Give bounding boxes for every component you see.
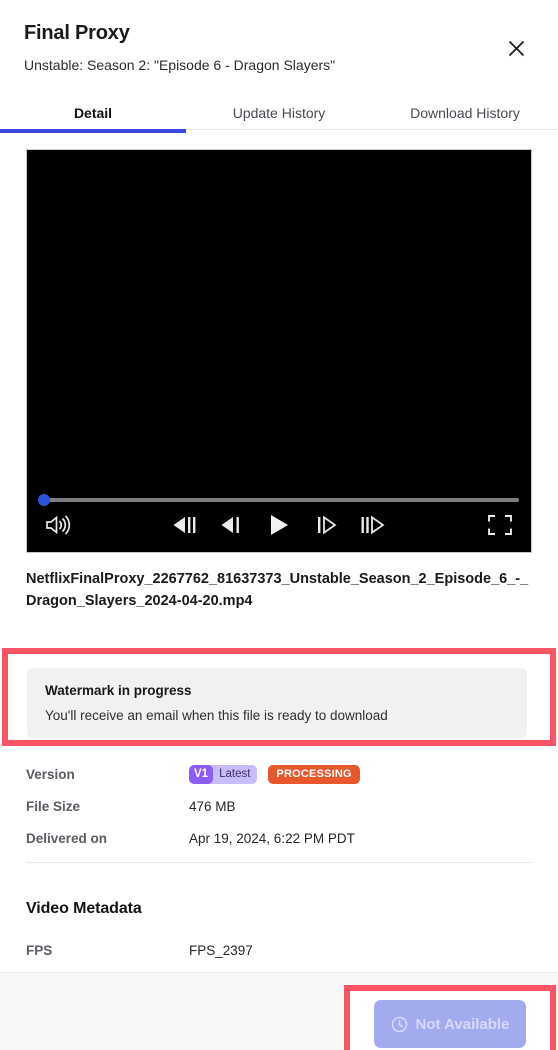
panel-footer: Not Available [0, 972, 558, 1050]
skip-back-multi-icon [170, 513, 200, 540]
annotation-box-download-button: Not Available [344, 985, 556, 1050]
page-title: Final Proxy [24, 22, 130, 44]
row-label: Version [26, 766, 75, 782]
row-label: Delivered on [26, 830, 108, 846]
download-button[interactable]: Not Available [374, 1000, 526, 1048]
annotation-box-watermark-notice: Watermark in progress You'll receive an … [2, 648, 556, 746]
watermark-notice-message: You'll receive an email when this file i… [45, 708, 388, 723]
step-forward-button[interactable] [309, 509, 343, 543]
version-badge-group: V1 Latest [189, 764, 258, 784]
version-latest-tag: Latest [219, 768, 251, 780]
status-badge: PROCESSING [268, 764, 360, 784]
skip-forward-multi-button[interactable] [356, 509, 390, 543]
version-number-badge: V1 [189, 764, 214, 784]
file-name: NetflixFinalProxy_2267762_81637373_Unsta… [26, 571, 529, 609]
step-forward-icon [313, 513, 339, 540]
detail-rows: Version V1 Latest PROCESSING File Size 4… [26, 758, 532, 854]
player-transport-controls [27, 509, 531, 543]
table-row-delivered-on: Delivered on Apr 19, 2024, 6:22 PM PDT [26, 822, 532, 854]
volume-icon [45, 514, 71, 539]
progress-bar-handle[interactable] [38, 494, 50, 506]
row-label: File Size [26, 798, 81, 814]
table-row-file-size: File Size 476 MB [26, 790, 532, 822]
video-player[interactable] [26, 149, 532, 553]
close-icon [507, 39, 526, 58]
progress-bar-track[interactable] [38, 494, 519, 506]
volume-button[interactable] [41, 509, 75, 543]
row-value: 476 MB [189, 798, 236, 814]
row-value: V1 Latest PROCESSING [189, 764, 360, 784]
tab-update-history[interactable]: Update History [186, 97, 372, 129]
page-subtitle: Unstable: Season 2: "Episode 6 - Dragon … [24, 57, 336, 73]
panel-header: Final Proxy Unstable: Season 2: "Episode… [0, 0, 558, 75]
fullscreen-icon [487, 514, 513, 539]
download-button-label: Not Available [415, 1015, 510, 1033]
table-row-version: Version V1 Latest PROCESSING [26, 758, 532, 790]
video-metadata-heading: Video Metadata [26, 900, 142, 917]
tab-download-history[interactable]: Download History [372, 97, 558, 129]
fullscreen-button[interactable] [483, 509, 517, 543]
watermark-notice-title: Watermark in progress [45, 683, 192, 698]
step-back-button[interactable] [215, 509, 249, 543]
video-metadata-rows: FPS FPS_2397 [26, 934, 532, 966]
watermark-notice: Watermark in progress You'll receive an … [27, 668, 527, 738]
clock-icon [391, 1016, 408, 1033]
row-label: FPS [26, 942, 53, 958]
play-icon [265, 512, 293, 541]
tab-detail[interactable]: Detail [0, 97, 186, 133]
player-scrubber-row [27, 489, 531, 506]
player-controls [27, 506, 531, 552]
section-divider [26, 862, 532, 863]
final-proxy-detail-panel: Final Proxy Unstable: Season 2: "Episode… [0, 0, 558, 1050]
table-row-fps: FPS FPS_2397 [26, 934, 532, 966]
skip-back-multi-button[interactable] [168, 509, 202, 543]
row-value: FPS_2397 [189, 942, 253, 958]
skip-forward-multi-icon [358, 513, 388, 540]
row-value: Apr 19, 2024, 6:22 PM PDT [189, 830, 355, 846]
step-back-icon [219, 513, 245, 540]
close-button[interactable] [500, 32, 532, 64]
play-button[interactable] [262, 509, 296, 543]
tab-bar: Detail Update History Download History [0, 97, 558, 133]
